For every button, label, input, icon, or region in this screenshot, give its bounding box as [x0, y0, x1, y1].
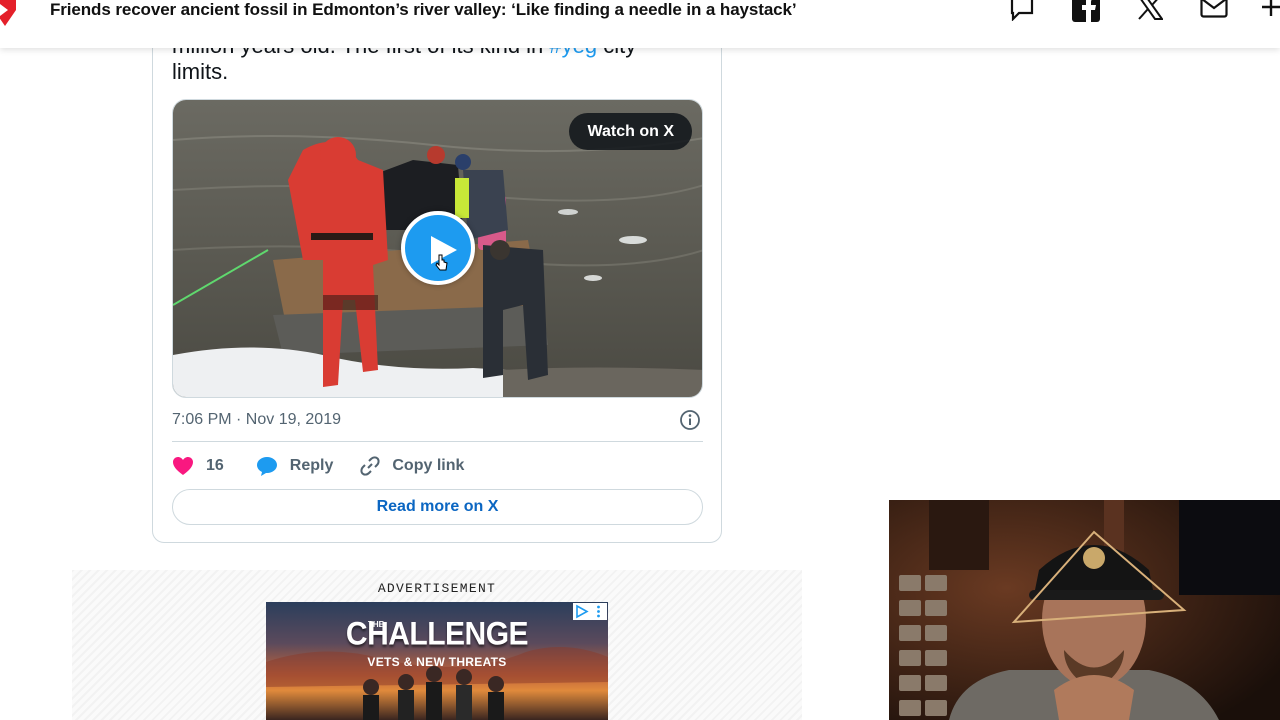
- watch-on-x-button[interactable]: Watch on X: [569, 113, 692, 150]
- x-icon[interactable]: [1135, 0, 1165, 24]
- comment-icon[interactable]: [1007, 0, 1037, 24]
- ad-banner-subtitle: VETS & NEW THREATS: [367, 655, 507, 669]
- more-options-icon: [597, 605, 600, 618]
- mouse-pointer-icon: [435, 254, 448, 271]
- webcam-feed: [889, 500, 1280, 720]
- copy-link-button[interactable]: Copy link: [360, 456, 464, 476]
- like-count: 16: [206, 457, 224, 474]
- reply-label: Reply: [289, 457, 334, 474]
- webcam-overlay: [889, 500, 1280, 720]
- mail-icon[interactable]: [1199, 0, 1229, 24]
- adchoices-icon: [576, 604, 589, 619]
- link-icon: [360, 456, 380, 476]
- embedded-tweet: million years old. The first of its kind…: [152, 0, 722, 543]
- advertisement-label: ADVERTISEMENT: [377, 581, 497, 596]
- tweet-timestamp[interactable]: 7:06 PM · Nov 19, 2019: [172, 411, 341, 429]
- facebook-icon[interactable]: [1071, 0, 1101, 24]
- adchoices-button[interactable]: [573, 603, 607, 620]
- tweet-video[interactable]: Watch on X: [172, 99, 703, 398]
- info-icon[interactable]: [679, 409, 701, 431]
- advertisement-container: ADVERTISEMENT THE CHALLENGE VETS & NEW T…: [72, 570, 802, 720]
- reply-icon: [256, 457, 277, 476]
- tweet-text-last-line: limits.: [172, 59, 229, 84]
- tweet-actions: 16 Reply Copy link: [172, 454, 464, 478]
- heart-icon: [173, 457, 193, 475]
- reply-button[interactable]: Reply: [256, 456, 334, 476]
- site-logo-icon[interactable]: [0, 0, 16, 26]
- ad-banner-title: CHALLENGE: [345, 616, 529, 653]
- sticky-article-header: Friends recover ancient fossil in Edmont…: [0, 0, 1280, 48]
- copy-link-label: Copy link: [392, 457, 465, 474]
- plus-icon[interactable]: [1262, 0, 1280, 24]
- read-more-on-x-button[interactable]: Read more on X: [172, 489, 703, 525]
- article-headline: Friends recover ancient fossil in Edmont…: [50, 0, 797, 19]
- play-button[interactable]: [401, 211, 475, 285]
- ad-banner[interactable]: THE CHALLENGE VETS & NEW THREATS: [266, 602, 608, 720]
- like-button[interactable]: 16: [172, 456, 224, 476]
- tweet-divider: [172, 441, 703, 442]
